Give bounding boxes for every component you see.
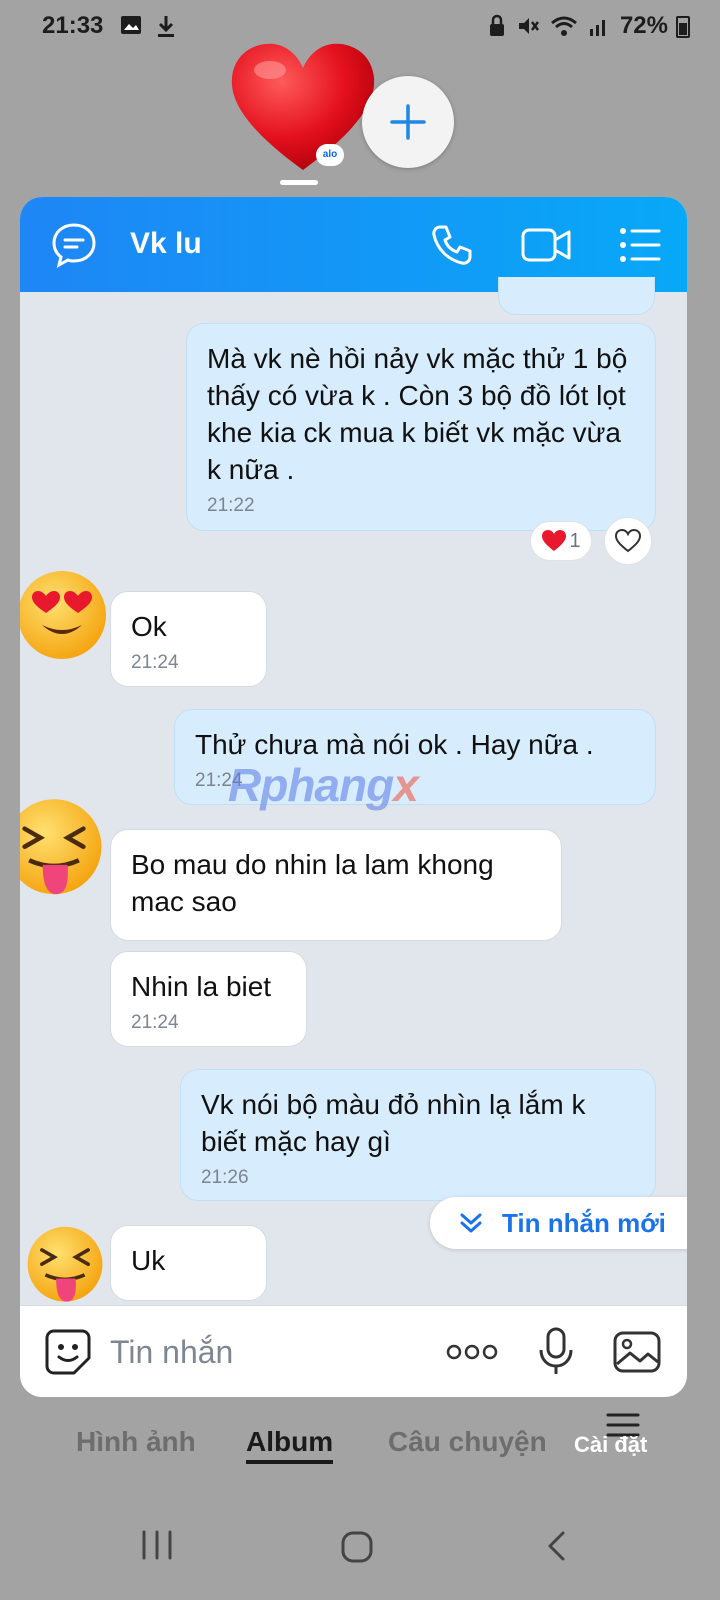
navigation-bar xyxy=(0,1500,720,1600)
mic-icon[interactable] xyxy=(536,1326,576,1378)
tongue-emoji-avatar[interactable] xyxy=(24,1225,106,1307)
message-bubble[interactable]: Uk xyxy=(110,1225,267,1301)
watermark-tail: x xyxy=(393,759,419,811)
add-bubble-button[interactable] xyxy=(362,76,454,168)
new-messages-label: Tin nhắn mới xyxy=(502,1207,666,1238)
plus-icon xyxy=(390,104,426,140)
message-time: 21:24 xyxy=(131,1012,179,1033)
chat-icon[interactable] xyxy=(50,221,98,269)
list-icon[interactable] xyxy=(618,225,662,265)
back-icon[interactable] xyxy=(546,1530,566,1562)
settings-label[interactable]: Cài đặt xyxy=(574,1432,647,1458)
message-bubble[interactable]: Mà vk nè hồi nảy vk mặc thử 1 bộ thấy có… xyxy=(186,323,656,531)
image-icon[interactable] xyxy=(612,1330,662,1374)
message-text: Thử chưa mà nói ok . Hay nữa . xyxy=(195,729,594,760)
new-messages-button[interactable]: Tin nhắn mới xyxy=(430,1197,687,1249)
recent-apps-icon[interactable] xyxy=(140,1530,174,1560)
message-bubble[interactable]: Vk nói bộ màu đỏ nhìn lạ lắm k biết mặc … xyxy=(180,1069,656,1201)
message-bubble[interactable]: Bo mau do nhin la lam khong mac sao xyxy=(110,829,562,941)
mute-icon xyxy=(518,18,539,34)
tab-album[interactable]: Album xyxy=(246,1426,334,1464)
contact-name[interactable]: Vk lu xyxy=(130,227,202,261)
reaction-count: 1 xyxy=(569,529,581,552)
heart-eyes-emoji-avatar[interactable] xyxy=(20,569,108,661)
message-input[interactable]: Tin nhắn xyxy=(110,1334,233,1371)
message-text: Vk nói bộ màu đỏ nhìn lạ lắm k biết mặc … xyxy=(201,1089,586,1157)
zalo-badge: alo xyxy=(316,144,344,166)
message-bubble[interactable]: Ok 21:24 xyxy=(110,591,267,687)
message-time: 21:22 xyxy=(207,495,255,516)
wifi-icon xyxy=(550,16,577,36)
message-text: Nhin la biet xyxy=(131,971,272,1002)
status-time: 21:33 xyxy=(42,12,104,39)
image-icon xyxy=(121,16,141,34)
message-text: Bo mau do nhin la lam khong mac sao xyxy=(131,849,494,917)
message-text: Mà vk nè hồi nảy vk mặc thử 1 bộ thấy có… xyxy=(207,343,628,485)
reaction-summary[interactable]: 1 xyxy=(530,521,592,561)
lock-icon xyxy=(489,14,504,36)
message-time: 21:26 xyxy=(201,1167,249,1188)
video-icon[interactable] xyxy=(520,225,572,265)
message-time: 21:24 xyxy=(131,652,179,673)
heart-chat-head[interactable] xyxy=(228,40,378,175)
phone-icon[interactable] xyxy=(430,223,474,267)
watermark: Rphangx xyxy=(228,758,419,812)
double-chevron-down-icon xyxy=(460,1213,482,1233)
message-text: Ok xyxy=(131,611,167,642)
battery-percent: 72% xyxy=(619,12,668,39)
message-bubble-partial[interactable] xyxy=(498,277,655,315)
home-icon[interactable] xyxy=(340,1530,374,1564)
tongue-emoji-avatar[interactable] xyxy=(20,797,106,901)
heart-outline-icon xyxy=(615,529,641,553)
message-input-bar: Tin nhắn xyxy=(20,1305,687,1397)
sticker-icon[interactable] xyxy=(44,1328,92,1376)
download-icon xyxy=(158,16,174,37)
watermark-main: Rphang xyxy=(228,759,394,811)
more-icon[interactable] xyxy=(446,1342,498,1362)
react-button[interactable] xyxy=(604,517,652,565)
signal-icon xyxy=(589,20,605,36)
message-text: Uk xyxy=(131,1245,166,1276)
heart-icon xyxy=(542,530,567,551)
bubble-handle[interactable] xyxy=(280,180,318,185)
battery-icon xyxy=(676,16,690,38)
message-bubble[interactable]: Nhin la biet 21:24 xyxy=(110,951,307,1047)
tab-hinh-anh[interactable]: Hình ảnh xyxy=(76,1426,196,1458)
tab-cau-chuyen[interactable]: Câu chuyện xyxy=(388,1426,547,1458)
background-tabs: Hình ảnh Album Câu chuyện Cài đặt xyxy=(0,1410,720,1470)
